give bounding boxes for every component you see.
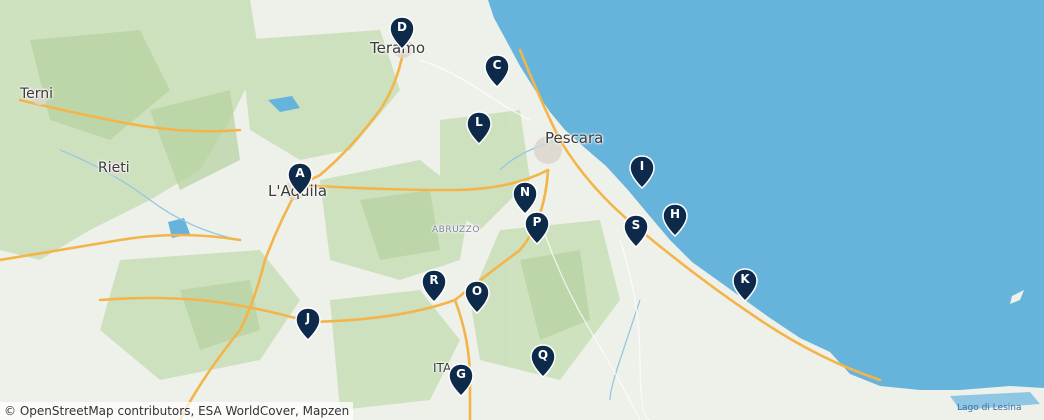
marker-label: J [305, 311, 311, 325]
region-label-abruzzo: ABRUZZO [432, 225, 480, 235]
map-marker-q[interactable]: Q [530, 344, 556, 378]
marker-label: A [295, 166, 305, 180]
marker-label: H [669, 207, 681, 221]
lake-label-lesina: Lago di Lesina [957, 403, 1022, 413]
map-marker-p[interactable]: P [524, 211, 550, 245]
marker-label: R [429, 273, 439, 287]
map-attribution: © OpenStreetMap contributors, ESA WorldC… [0, 402, 354, 420]
marker-label: N [519, 185, 531, 199]
marker-label: L [475, 115, 483, 129]
marker-label: G [456, 367, 466, 381]
map-marker-h[interactable]: H [662, 203, 688, 237]
marker-label: O [471, 284, 483, 298]
map-marker-i[interactable]: I [629, 155, 655, 189]
marker-label: I [639, 159, 645, 173]
marker-label: K [740, 272, 750, 286]
marker-label: S [631, 218, 641, 232]
map-marker-o[interactable]: O [464, 280, 490, 314]
map-marker-l[interactable]: L [466, 111, 492, 145]
marker-label: C [492, 58, 502, 72]
place-label-rieti: Rieti [98, 160, 130, 176]
map-canvas[interactable]: Teramo Terni Pescara Rieti L'Aquila ABRU… [0, 0, 1044, 420]
map-marker-r[interactable]: R [421, 269, 447, 303]
place-label-pescara: Pescara [545, 129, 604, 147]
map-marker-g[interactable]: G [448, 363, 474, 397]
map-marker-s[interactable]: S [623, 214, 649, 248]
place-label-terni: Terni [20, 86, 54, 102]
map-marker-d[interactable]: D [389, 16, 415, 50]
map-marker-k[interactable]: K [732, 268, 758, 302]
map-marker-a[interactable]: A [287, 162, 313, 196]
marker-label: Q [537, 348, 549, 362]
marker-label: P [532, 215, 542, 229]
map-marker-n[interactable]: N [512, 181, 538, 215]
map-marker-j[interactable]: J [295, 307, 321, 341]
map-marker-c[interactable]: C [484, 54, 510, 88]
marker-label: D [397, 20, 407, 34]
